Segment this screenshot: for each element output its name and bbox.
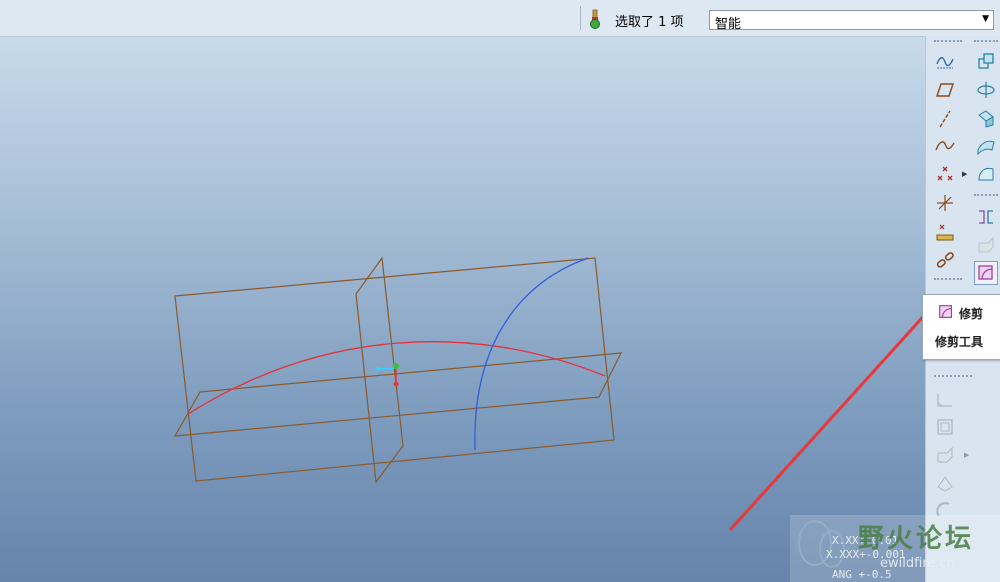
chevron-down-icon[interactable]: ▼ <box>982 14 989 24</box>
toolbar-grip <box>934 40 962 44</box>
point-icon <box>937 166 953 181</box>
trim-tooltip: 修剪 修剪工具 <box>922 294 1000 360</box>
sketch-icon <box>936 57 954 69</box>
extrude-button[interactable] <box>974 107 998 131</box>
analysis-button[interactable] <box>933 220 957 244</box>
axis-icon <box>939 110 951 128</box>
toolbar-divider <box>974 194 998 198</box>
trim-icon <box>939 305 952 318</box>
plane-icon <box>936 83 954 97</box>
sketch-tool-button[interactable] <box>933 49 957 73</box>
rib-icon <box>937 476 953 492</box>
merge-icon <box>978 236 994 253</box>
csys-icon <box>937 195 953 211</box>
shell-button[interactable] <box>933 415 957 439</box>
surface-icon <box>977 140 995 156</box>
draft-icon <box>937 446 953 463</box>
toolbar-divider <box>934 278 962 282</box>
chain-icon <box>936 252 954 268</box>
tooltip-description: 修剪工具 <box>935 335 984 349</box>
analysis-icon <box>936 224 954 241</box>
shell-icon <box>937 419 953 435</box>
revolve-button[interactable] <box>974 78 998 102</box>
surface-button[interactable] <box>974 134 998 158</box>
mirror-button[interactable] <box>974 205 998 229</box>
curve-icon <box>935 141 955 151</box>
merge-button[interactable] <box>974 233 998 257</box>
toolbar-separator <box>580 6 581 30</box>
watermark-url: ewildfire.cn <box>880 556 955 571</box>
datum-curve-button[interactable] <box>933 134 957 158</box>
flyout-arrow-icon[interactable]: ▶ <box>962 170 967 178</box>
datum-plane-button[interactable] <box>933 78 957 102</box>
datum-axis-button[interactable] <box>933 107 957 131</box>
rib-button[interactable] <box>933 471 957 495</box>
boundary-icon <box>978 167 994 181</box>
datum-csys-button[interactable] <box>933 191 957 215</box>
flyout-arrow-icon[interactable]: ▶ <box>964 451 969 459</box>
draft-button[interactable] <box>933 443 957 467</box>
annotation-arrow <box>728 312 925 532</box>
blue-curve[interactable] <box>474 257 589 451</box>
round-button[interactable] <box>933 388 957 412</box>
mirror-move-icon <box>977 82 995 98</box>
datum-point-button[interactable] <box>933 162 957 186</box>
extrude-icon <box>978 110 994 128</box>
top-status-bar: 选取了 1 项 智能 ▼ <box>0 0 1000 37</box>
toolbar-divider <box>934 375 972 379</box>
selection-filter-icon[interactable] <box>588 9 602 29</box>
graphics-viewport[interactable] <box>0 36 925 582</box>
selection-filter-dropdown[interactable]: 智能 ▼ <box>709 10 994 32</box>
selection-status-text: 选取了 1 项 <box>615 15 684 30</box>
filter-selected-value: 智能 <box>715 17 742 32</box>
toolbar-grip <box>974 40 998 44</box>
copy-button[interactable] <box>974 49 998 73</box>
tooltip-title: 修剪 <box>959 307 984 321</box>
trim-button[interactable] <box>974 261 998 285</box>
trim-icon <box>978 265 993 280</box>
watermark-brand: 野火论坛 <box>858 524 975 554</box>
mirror-icon <box>979 210 993 224</box>
copy-icon <box>978 53 994 69</box>
boundary-blend-button[interactable] <box>974 162 998 186</box>
chain-button[interactable] <box>933 248 957 272</box>
round-icon <box>937 394 952 407</box>
